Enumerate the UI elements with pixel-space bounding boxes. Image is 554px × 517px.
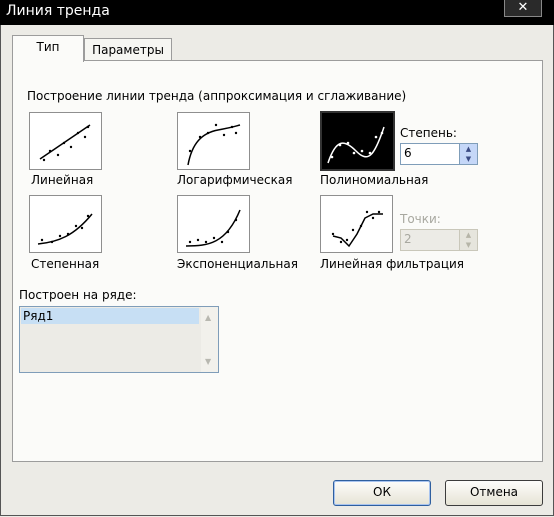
series-label: Построен на ряде: [19,288,137,302]
period-label: Точки: [400,212,441,226]
degree-value: 6 [404,146,412,160]
cancel-button-label: Отмена [469,485,519,499]
series-list[interactable]: Ряд1 ▲ ▼ [19,306,219,373]
period-value: 2 [404,232,412,246]
power-trend-option[interactable] [29,195,102,253]
degree-spinner[interactable]: 6 ▲ ▼ [400,143,478,165]
trend-type-group-legend: Построение линии тренда (аппроксимация и… [25,89,409,103]
logarithmic-trend-label: Логарифмическая [177,173,293,187]
power-trend-icon [37,213,93,245]
series-scrollbar[interactable]: ▲ ▼ [201,307,218,372]
linear-trend-icon [39,124,91,162]
tab-type[interactable]: Тип [12,35,84,62]
close-button[interactable]: ✕ [504,0,542,17]
tab-options-label: Параметры [92,43,164,57]
moving-average-trend-icon [331,210,383,248]
ok-button[interactable]: ОК [333,480,431,506]
logarithmic-trend-icon [187,123,241,166]
close-icon: ✕ [517,0,529,15]
moving-average-trend-label: Линейная фильтрация [320,257,465,271]
exponential-trend-label: Экспоненциальная [177,257,298,271]
tab-type-label: Тип [36,40,60,54]
window-title: Линия тренда [6,3,110,19]
logarithmic-trend-option[interactable] [177,112,250,170]
polynomial-trend-icon [327,126,385,164]
period-down-icon[interactable]: ▼ [459,240,477,250]
trendline-dialog: Линия тренда ✕ Тип Параметры Построение … [0,0,554,517]
polynomial-trend-option[interactable] [320,111,395,171]
polynomial-trend-label: Полиномиальная [320,173,429,187]
degree-down-icon[interactable]: ▼ [459,154,477,164]
title-bar: Линия тренда ✕ [0,0,554,25]
list-item[interactable]: Ряд1 [21,308,199,324]
cancel-button[interactable]: Отмена [445,480,543,506]
period-up-icon[interactable]: ▲ [459,230,477,240]
power-trend-label: Степенная [31,257,100,271]
exponential-trend-icon [185,209,241,247]
degree-up-icon[interactable]: ▲ [459,144,477,154]
scroll-down-icon[interactable]: ▼ [205,357,211,366]
period-spinner[interactable]: 2 ▲ ▼ [400,229,478,251]
linear-trend-option[interactable] [29,112,102,170]
tab-options[interactable]: Параметры [84,38,172,61]
moving-average-trend-option[interactable] [320,195,393,253]
degree-label: Степень: [400,126,457,140]
scroll-up-icon[interactable]: ▲ [205,313,211,322]
exponential-trend-option[interactable] [177,195,250,253]
ok-button-label: ОК [373,485,391,499]
linear-trend-label: Линейная [31,173,94,187]
